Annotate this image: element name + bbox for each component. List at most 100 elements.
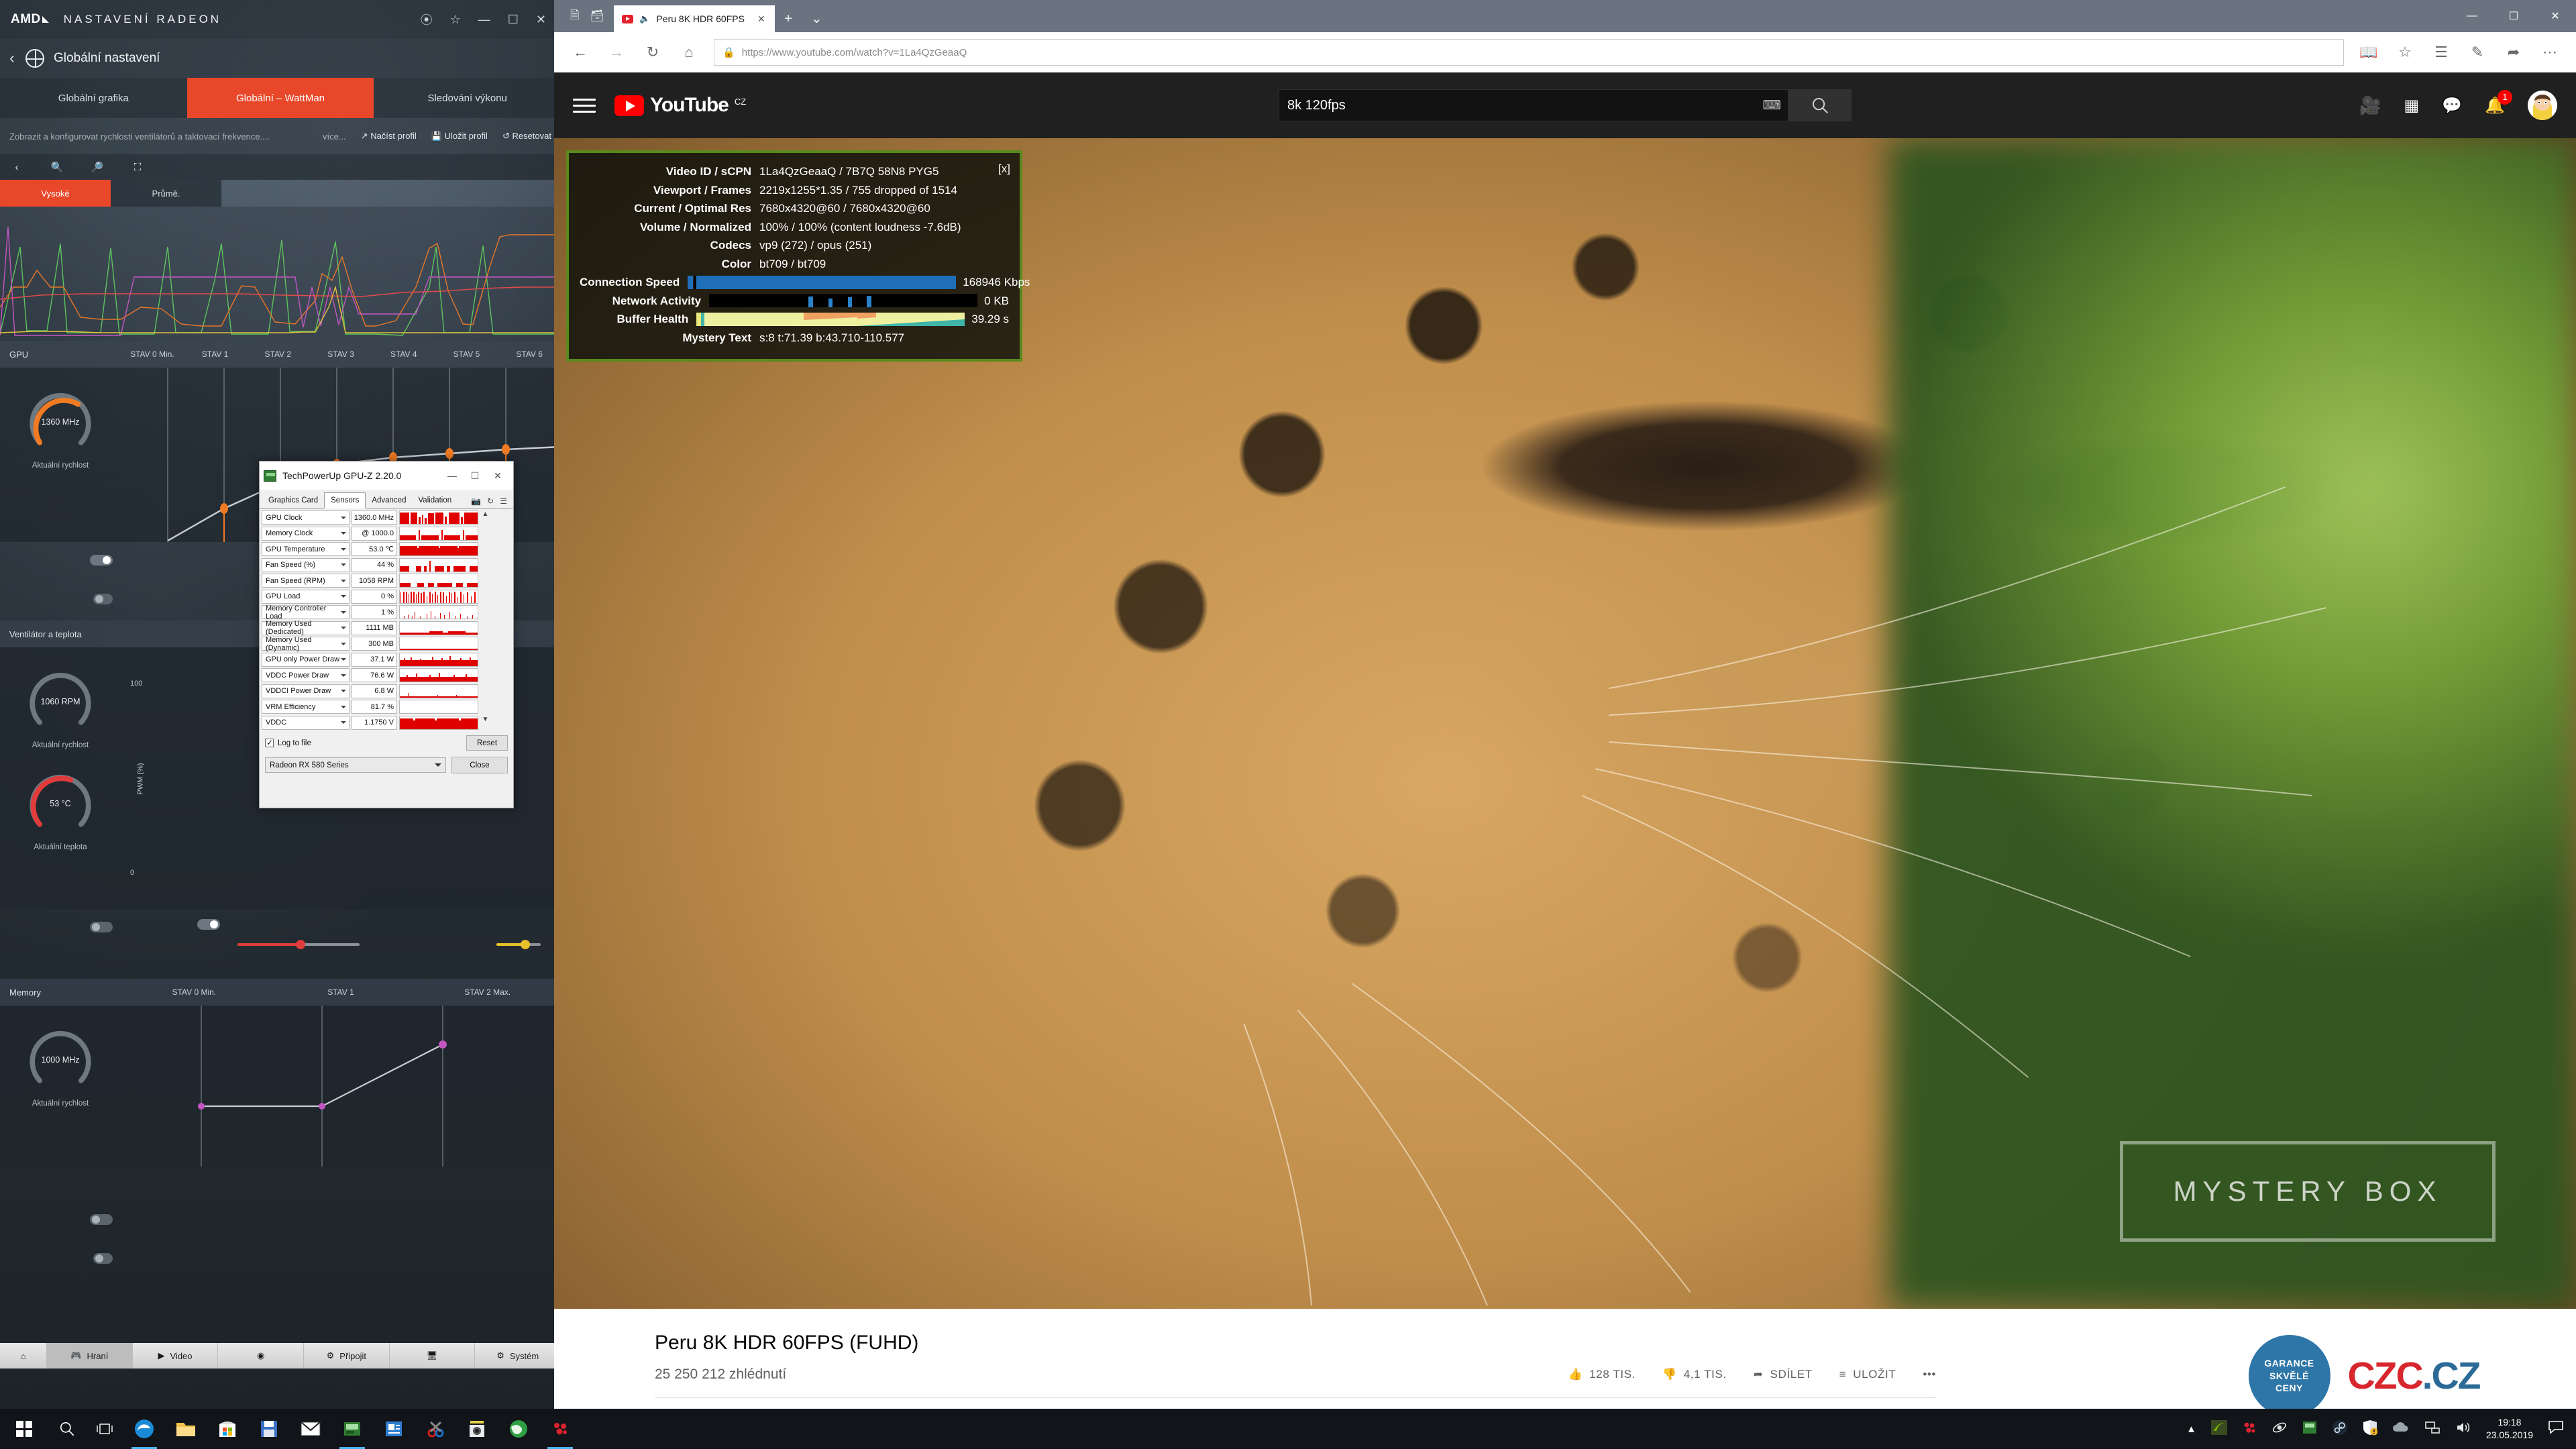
hub-icon[interactable]: ☰ [2423,44,2459,61]
steam-tray-icon[interactable] [2332,1419,2348,1439]
chart-expand-icon[interactable]: ⛶ [126,162,149,173]
microsoft-store-icon[interactable] [207,1409,248,1449]
chart-mode-vysoke[interactable]: Vysoké [0,180,111,207]
reset-button[interactable]: ↺ Resetovat [502,131,551,142]
refresh-icon[interactable]: ↻ [487,496,494,506]
more-actions-button[interactable]: ••• [1923,1368,1936,1381]
edge-toolbar-icons[interactable]: 📖 ☆ ☰ ✎ ➦ ⋯ [2351,44,2568,61]
chevron-down-icon[interactable] [341,705,346,708]
zoom-in-icon[interactable]: 🔍 [46,161,68,173]
amd-chart-toolbar[interactable]: ‹ 🔍 🔎 ⛶ [0,154,561,180]
amd-nav-relive[interactable]: ◉ [218,1343,305,1368]
tab-close-icon[interactable]: ✕ [757,13,765,25]
gpuz-icon[interactable] [331,1409,373,1449]
gpuz-tab-bar[interactable]: Graphics Card Sensors Advanced Validatio… [260,490,513,508]
chevron-down-icon[interactable] [341,595,346,598]
tab-globalni-wattman[interactable]: Globální – WattMan [186,78,374,118]
sensor-row[interactable]: Memory Controller Load 1 % [262,604,512,621]
log-to-file-checkbox[interactable] [265,738,274,747]
amd-nav-video[interactable]: ▶ Video [133,1343,219,1368]
nvidia-tray-icon[interactable] [2210,1419,2227,1438]
chart-mode-prum[interactable]: Průmě. [111,180,221,207]
sensor-row[interactable]: Memory Used (Dedicated) 1111 MB [262,620,512,636]
gpuz-tab-validation[interactable]: Validation [412,493,458,508]
file-explorer-icon[interactable] [165,1409,207,1449]
globe-app-icon[interactable] [498,1409,539,1449]
keyboard-icon[interactable]: ⌨ [1763,98,1781,113]
amd-tray-icon[interactable] [2242,1420,2257,1438]
amd-minimize-button[interactable]: — [478,13,490,27]
sensor-row[interactable]: GPU Temperature 53.0 ℃ [262,542,512,556]
amd-back-button[interactable]: ‹ [9,49,15,68]
favorite-icon[interactable]: ☆ [2387,44,2423,61]
refresh-icon[interactable]: ↻ [635,44,671,61]
save-profile-button[interactable]: 💾 Uložit profil [431,131,488,142]
tab-audio-icon[interactable]: 🔈 [639,13,650,24]
gpuz-window[interactable]: TechPowerUp GPU-Z 2.20.0 — ☐ ✕ Graphics … [259,461,514,808]
edge-close-button[interactable]: ✕ [2534,9,2576,23]
forward-icon[interactable]: → [598,44,635,61]
control-rychlost-toggle[interactable] [90,921,113,932]
power-slider-wrap[interactable] [228,939,369,949]
zoom-out-icon[interactable]: 🔎 [86,161,109,173]
edge-tab-bar[interactable]: 🗎 🗃 🔈 Peru 8K HDR 60FPS ✕ + ⌄ — ☐ ✕ [554,0,2576,32]
chevron-down-icon[interactable] [341,642,346,645]
edge-minimize-button[interactable]: — [2451,10,2493,22]
sensor-row[interactable]: GPU Clock 1360.0 MHz ▲ [262,511,512,525]
gpuz-tab-sensors[interactable]: Sensors [324,492,366,508]
chevron-down-icon[interactable] [341,627,346,629]
guide-menu-icon[interactable] [573,95,596,117]
sensor-row[interactable]: VDDC 1.1750 V ▼ [262,715,512,730]
power-limit-slider[interactable] [237,939,360,949]
chevron-down-icon[interactable] [341,721,346,724]
chart-collapse-icon[interactable]: ‹ [5,162,28,173]
address-bar[interactable]: 🔒 https://www.youtube.com/watch?v=1La4Qz… [714,39,2344,66]
amd-maximize-button[interactable]: ☐ [508,13,519,27]
home-icon[interactable]: ⌂ [671,44,707,61]
action-center-icon[interactable] [2548,1419,2565,1439]
edge-left-icons[interactable]: 🗎 🗃 [561,0,614,32]
control-memory-frequency-toggle[interactable] [90,1214,113,1225]
device-select[interactable]: Radeon RX 580 Series [265,757,446,773]
sensor-row[interactable]: VRM Efficiency 81.7 % [262,700,512,714]
sensor-scroll-down[interactable]: ▼ [480,716,490,730]
amd-radeon-icon[interactable] [539,1409,581,1449]
chevron-down-icon[interactable] [341,610,346,614]
gpuz-footer[interactable]: Log to file Reset [260,731,513,754]
amd-tab-bar[interactable]: Globální grafika Globální – WattMan Sled… [0,78,561,118]
gpuz-tool-icons[interactable]: 📷 ↻ ☰ [468,496,511,508]
chevron-down-icon[interactable] [435,763,441,767]
control-zero-rpm-toggle[interactable] [197,919,220,930]
sensor-scroll-up[interactable]: ▲ [480,511,490,525]
video-create-icon[interactable]: 🎥 [2359,95,2381,116]
memory-state-curve-chart[interactable] [121,1006,561,1167]
tab-preview-icon[interactable]: 🗃 [590,9,605,23]
control-memory-fan-toggle[interactable] [93,1253,113,1264]
tab-list-dropdown-icon[interactable]: ⌄ [802,10,832,32]
camera-app-icon[interactable] [456,1409,498,1449]
sensor-row[interactable]: GPU Load 0 % [262,589,512,604]
tray-overflow-icon[interactable]: ▲ [2186,1424,2196,1435]
edge-window-buttons[interactable]: — ☐ ✕ [2451,0,2576,32]
amd-nav-home[interactable]: ⌂ [0,1343,47,1368]
share-icon[interactable]: ➦ [2496,44,2532,61]
satellite-tray-icon[interactable] [2271,1420,2288,1438]
like-button[interactable]: 👍 128 TIS. [1568,1368,1635,1381]
share-button[interactable]: ➦ SDÍLET [1754,1368,1813,1381]
amd-window-buttons[interactable]: ⦿ ☆ — ☐ ✕ [421,11,550,28]
search-button[interactable] [1788,89,1851,121]
stats-for-nerds-panel[interactable]: [x] Video ID / sCPN 1La4QzGeaaQ / 7B7Q 5… [566,150,1030,362]
control-frekvence-toggle[interactable] [90,554,113,566]
chevron-down-icon[interactable] [341,532,346,535]
messages-icon[interactable]: 💬 [2442,96,2462,115]
system-tray[interactable]: ▲ 19:18 23.05.2019 [2186,1416,2576,1442]
reading-view-icon[interactable]: 📖 [2351,44,2387,61]
tab-sledovani-vykonu[interactable]: Sledování výkonu [374,78,561,118]
gpuz-tray-icon[interactable] [2302,1421,2317,1438]
edge-navigation-bar[interactable]: ← → ↻ ⌂ 🔒 https://www.youtube.com/watch?… [554,32,2576,72]
sensor-row[interactable]: VDDCI Power Draw 6.8 W [262,684,512,698]
sensor-row[interactable]: Memory Used (Dynamic) 300 MB [262,636,512,652]
sensor-row[interactable]: GPU only Power Draw 37.1 W [262,652,512,667]
save-button[interactable]: ≡ ULOŽIT [1839,1368,1896,1381]
camera-icon[interactable]: 📷 [471,496,481,506]
